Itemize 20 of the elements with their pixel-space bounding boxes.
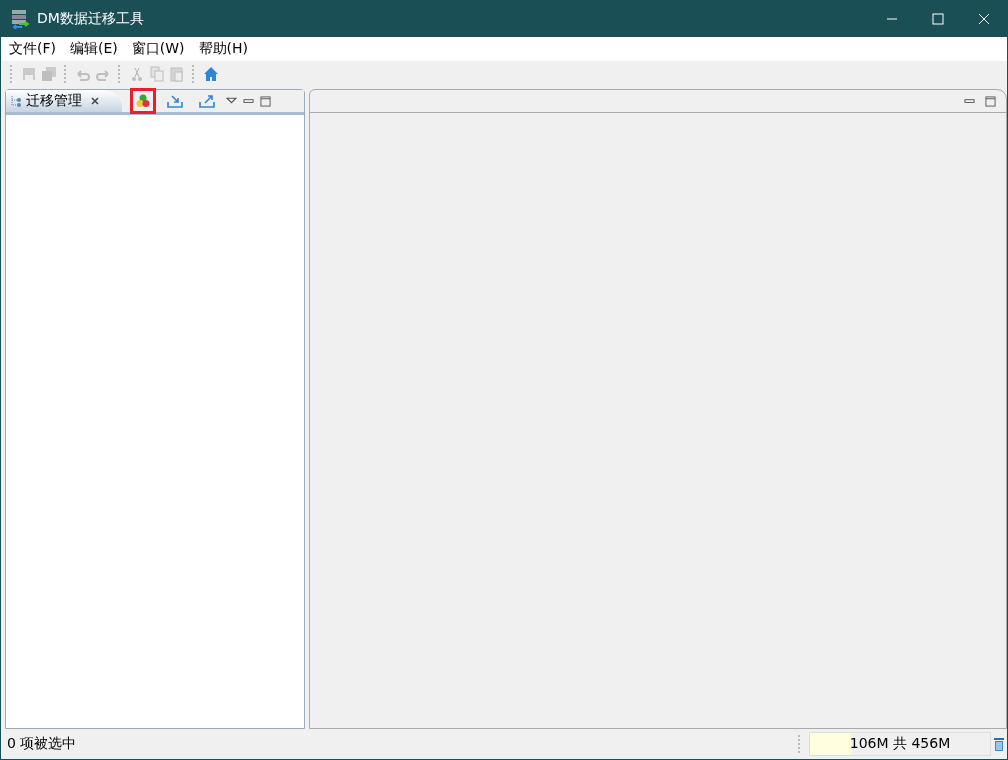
heap-meter: 106M 共 456M bbox=[809, 732, 991, 756]
trash-icon[interactable] bbox=[993, 736, 1005, 752]
circles-button[interactable] bbox=[130, 88, 156, 114]
window-title: DM数据迁移工具 bbox=[37, 10, 144, 28]
menu-item[interactable]: 窗口(W) bbox=[131, 40, 185, 58]
home-icon[interactable] bbox=[203, 66, 219, 82]
maximize-icon[interactable] bbox=[985, 95, 996, 107]
menu-item[interactable]: 编辑(E) bbox=[70, 40, 118, 58]
import-icon bbox=[167, 93, 183, 109]
dropdown-icon[interactable] bbox=[226, 95, 237, 107]
status-text: 0 项被选中 bbox=[7, 735, 77, 753]
close-icon[interactable] bbox=[90, 96, 100, 106]
export-icon bbox=[199, 93, 215, 109]
menu-item[interactable]: 帮助(H) bbox=[198, 40, 248, 58]
menu-item[interactable]: 文件(F) bbox=[9, 40, 56, 58]
maximize-icon[interactable] bbox=[260, 95, 271, 107]
database-icon bbox=[11, 9, 29, 29]
three-circles-icon bbox=[135, 93, 151, 109]
tree-icon bbox=[10, 95, 22, 107]
view-tab[interactable]: 迁移管理 bbox=[6, 90, 122, 112]
